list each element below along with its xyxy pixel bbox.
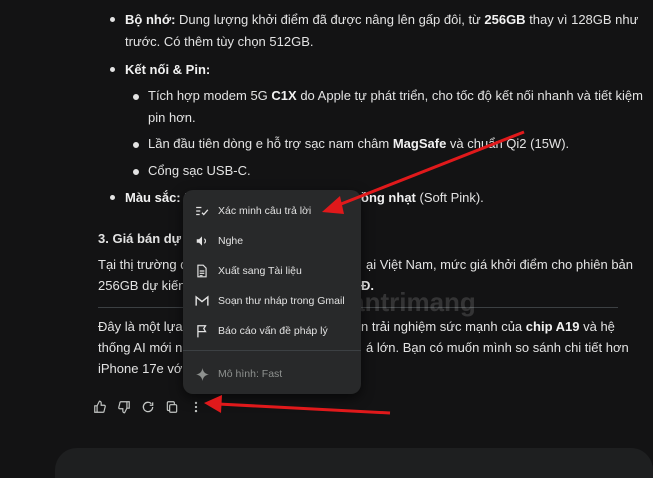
connectivity-label: Kết nối & Pin: <box>125 61 210 79</box>
connectivity-sub-1: Tích hợp modem 5G C1X do Apple tự phát t… <box>148 87 643 105</box>
menu-item-label: Báo cáo vấn đề pháp lý <box>218 325 328 337</box>
thumb-up-icon[interactable] <box>92 399 108 415</box>
storage-line-1: Bộ nhớ: Dung lượng khởi điểm đã được nân… <box>125 11 638 29</box>
bullet <box>110 67 115 72</box>
storage-label: Bộ nhớ: <box>125 12 176 27</box>
bullet <box>110 195 115 200</box>
closing-line-1a: Đây là một lựa c <box>98 319 193 334</box>
sub1-bold: C1X <box>271 88 297 103</box>
refresh-icon[interactable] <box>140 399 156 415</box>
menu-item-listen[interactable]: Nghe <box>183 226 361 256</box>
menu-item-label: Soạn thư nháp trong Gmail <box>218 295 345 307</box>
speaker-icon <box>195 234 209 248</box>
menu-item-label: Xác minh câu trả lời <box>218 205 312 217</box>
closing-text-b: n trải nghiệm sức mạnh của <box>361 319 526 334</box>
connectivity-sub-3: Cổng sạc USB-C. <box>148 163 251 178</box>
storage-bold: 256GB <box>484 12 526 27</box>
menu-item-verify[interactable]: Xác minh câu trả lời <box>183 196 361 226</box>
menu-item-model: Mô hình: Fast <box>183 359 361 389</box>
annotation-arrow-more <box>204 395 391 415</box>
copy-icon[interactable] <box>164 399 180 415</box>
menu-item-label: Xuất sang Tài liệu <box>218 265 302 277</box>
sub-bullet <box>133 94 139 100</box>
price-line-1a: Tại thị trường q <box>98 257 188 272</box>
color-line-tail: ồng nhạt (Soft Pink). <box>361 189 484 207</box>
storage-line-2: trước. Có thêm tùy chọn 512GB. <box>125 34 314 49</box>
document-icon <box>195 264 209 278</box>
color-bold: ồng nhạt <box>361 190 416 205</box>
thumb-down-icon[interactable] <box>116 399 132 415</box>
closing-line-2b: á lớn. Bạn có muốn mình so sánh chi tiết… <box>366 340 629 355</box>
menu-item-legal-report[interactable]: Báo cáo vấn đề pháp lý <box>183 316 361 346</box>
sub1-text: Tích hợp modem 5G <box>148 88 272 103</box>
menu-item-gmail-draft[interactable]: Soạn thư nháp trong Gmail <box>183 286 361 316</box>
price-line-1b: ại Việt Nam, mức giá khởi điểm cho phiên… <box>366 257 634 272</box>
price-line-2a: 256GB dự kiến n <box>98 278 197 293</box>
connectivity-sub-2: Lần đầu tiên dòng e hỗ trợ sạc nam châm … <box>148 135 569 153</box>
closing-bold: chip A19 <box>525 319 580 334</box>
menu-item-export-docs[interactable]: Xuất sang Tài liệu <box>183 256 361 286</box>
menu-item-label: Nghe <box>218 235 244 247</box>
more-vert-icon[interactable] <box>188 399 204 415</box>
menu-separator <box>183 350 361 351</box>
connectivity-label-text: Kết nối & Pin: <box>125 62 211 77</box>
section-heading: 3. Giá bán dự k <box>98 231 192 246</box>
model-label: Mô hình: Fast <box>218 368 283 380</box>
bullet <box>110 17 115 22</box>
sparkle-icon <box>195 367 209 381</box>
sub2-text-b: và chuẩn Qi2 (15W). <box>446 136 570 151</box>
closing-line-3: iPhone 17e với n <box>98 361 197 376</box>
connectivity-sub-1-line2: pin hơn. <box>148 110 196 125</box>
gmail-icon <box>195 294 209 308</box>
closing-line-1b: n trải nghiệm sức mạnh của chip A19 và h… <box>361 318 615 336</box>
sub2-text: Lần đầu tiên dòng e hỗ trợ sạc nam châm <box>148 136 393 151</box>
more-options-menu: Xác minh câu trả lời Nghe Xuất sang Tài … <box>183 190 361 394</box>
flag-icon <box>195 324 209 338</box>
double-check-icon <box>195 204 209 218</box>
color-label: Màu sắc: <box>125 190 181 205</box>
closing-text-c: và hệ <box>579 319 615 334</box>
closing-line-2a: thống AI mới nh <box>98 340 190 355</box>
storage-text-b: thay vì 128GB như <box>525 12 639 27</box>
color-text-b: (Soft Pink). <box>415 190 484 205</box>
sub1-text-b: do Apple tự phát triển, cho tốc độ kết n… <box>296 88 643 103</box>
storage-text: Dung lượng khởi điểm đã được nâng lên gấ… <box>175 12 485 27</box>
sub-bullet <box>133 142 139 148</box>
sub-bullet <box>133 169 139 175</box>
prompt-input-area[interactable] <box>55 448 653 478</box>
sub2-bold: MagSafe <box>392 136 447 151</box>
